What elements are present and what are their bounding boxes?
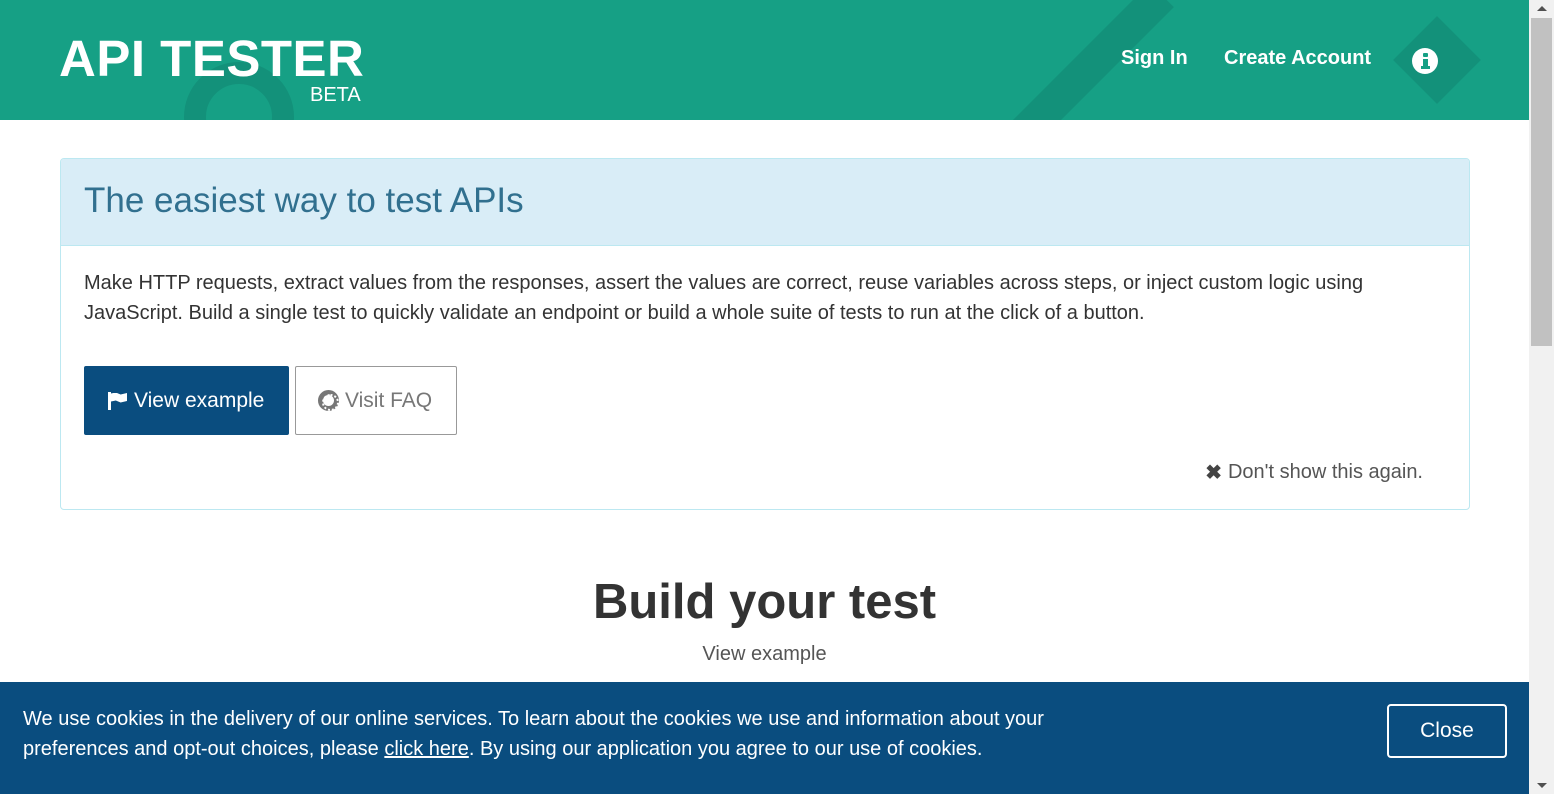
page-viewport: API TESTER BETA Sign In Create Account T… — [0, 0, 1529, 794]
build-view-example-link[interactable]: View example — [0, 643, 1529, 666]
cookie-message: We use cookies in the delivery of our on… — [23, 704, 1123, 764]
scroll-down-arrow-icon[interactable] — [1529, 777, 1554, 794]
site-header: API TESTER BETA Sign In Create Account — [0, 0, 1529, 120]
intro-panel-heading: The easiest way to test APIs — [61, 159, 1469, 246]
scrollbar-thumb[interactable] — [1531, 18, 1552, 346]
intro-panel-body: Make HTTP requests, extract values from … — [61, 246, 1469, 484]
flag-icon — [108, 391, 128, 410]
build-section-title: Build your test — [592, 575, 937, 629]
intro-title: The easiest way to test APIs — [84, 181, 524, 220]
cookie-text-after: . By using our application you agree to … — [468, 738, 983, 760]
beta-badge: BETA — [310, 84, 361, 106]
cookie-policy-link[interactable]: click here — [384, 738, 468, 760]
create-account-link[interactable]: Create Account — [1224, 47, 1371, 70]
scroll-up-arrow-icon[interactable] — [1529, 0, 1554, 17]
info-circle-icon[interactable] — [1412, 48, 1438, 74]
visit-faq-button[interactable]: Visit FAQ — [295, 366, 457, 435]
view-example-label: View example — [134, 388, 265, 412]
view-example-button[interactable]: View example — [84, 366, 289, 435]
intro-description: Make HTTP requests, extract values from … — [84, 272, 1364, 324]
brand-logo[interactable]: API TESTER BETA — [59, 30, 365, 106]
dismiss-label: Don't show this again. — [1227, 461, 1423, 483]
sign-in-link[interactable]: Sign In — [1121, 47, 1188, 70]
intro-panel: The easiest way to test APIs Make HTTP r… — [60, 158, 1470, 510]
dismiss-intro-link[interactable]: ✖ Don't show this again. — [1205, 460, 1423, 485]
brand-title: API TESTER — [59, 30, 365, 87]
close-icon: ✖ — [1205, 462, 1222, 484]
life-ring-icon — [318, 390, 339, 411]
vertical-scrollbar[interactable] — [1529, 0, 1554, 794]
cookie-banner: We use cookies in the delivery of our on… — [0, 682, 1529, 794]
visit-faq-label: Visit FAQ — [345, 388, 433, 412]
cookie-close-button[interactable]: Close — [1387, 704, 1507, 758]
